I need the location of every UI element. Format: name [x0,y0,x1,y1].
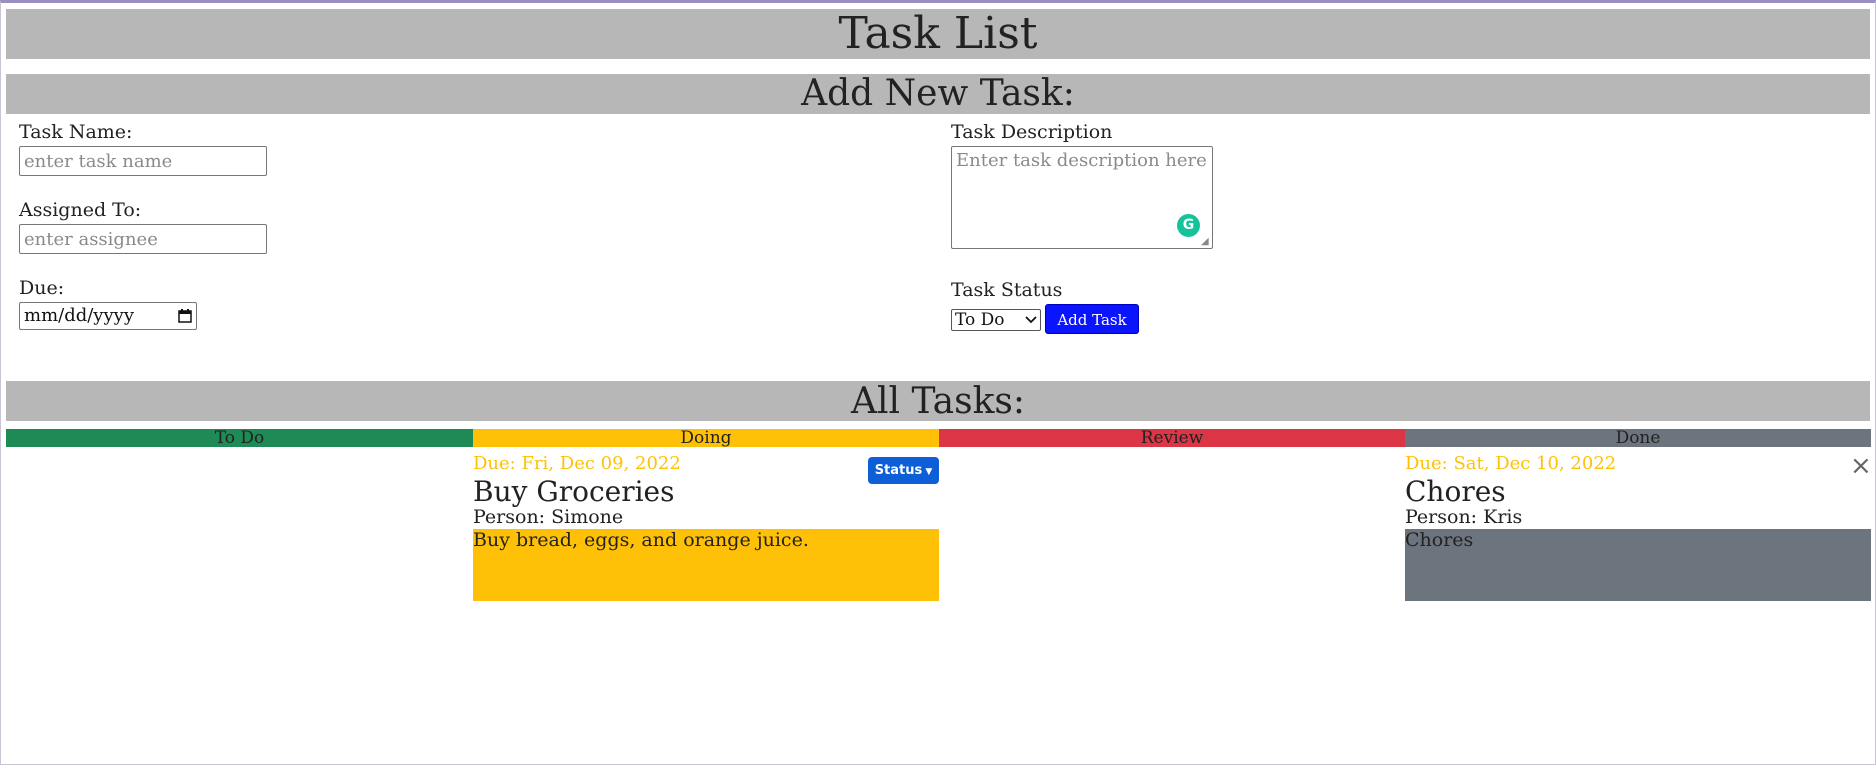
all-tasks-heading: All Tasks: [6,381,1870,421]
calendar-icon[interactable] [178,309,192,323]
status-dropdown-button[interactable]: Status ▼ [868,457,939,484]
column-header-doing: Doing [473,429,939,447]
chevron-down-icon [1025,316,1037,324]
status-dropdown-label: Status [874,463,923,478]
task-status-select[interactable]: To Do [951,309,1041,331]
task-description: Chores [1405,529,1871,601]
column-header-done: Done [1405,429,1871,447]
task-name-input[interactable] [19,146,267,176]
task-person: Person: Simone [473,506,624,528]
due-date-value: mm/dd/yyyy [24,305,134,326]
task-name-label: Task Name: [19,121,133,143]
task-due-date: Due: Fri, Dec 09, 2022 [473,453,681,474]
task-person: Person: Kris [1405,506,1523,528]
task-description: Buy bread, eggs, and orange juice. [473,529,939,601]
add-task-heading: Add New Task: [6,74,1870,114]
task-title: Buy Groceries [473,475,675,508]
close-icon[interactable]: × [1850,451,1872,481]
resize-handle-icon[interactable]: ◢ [1201,237,1209,247]
caret-down-icon: ▼ [922,467,933,477]
task-status-label: Task Status [951,279,1063,301]
grammarly-icon[interactable]: G [1177,214,1200,237]
task-description-label: Task Description [951,121,1113,143]
task-due-date: Due: Sat, Dec 10, 2022 [1405,453,1617,474]
task-description-textarea[interactable] [951,146,1213,249]
task-title: Chores [1405,475,1506,508]
task-card-chores: Due: Sat, Dec 10, 2022 Chores Person: Kr… [1405,451,1872,601]
column-header-review: Review [939,429,1405,447]
task-card-buy-groceries: Due: Fri, Dec 09, 2022 Buy Groceries Per… [473,453,939,601]
due-date-input[interactable]: mm/dd/yyyy [19,302,197,330]
assigned-to-label: Assigned To: [19,199,142,221]
assignee-input[interactable] [19,224,267,254]
task-status-selected: To Do [955,310,1005,330]
page-title: Task List [6,9,1870,59]
due-label: Due: [19,277,65,299]
column-header-todo: To Do [6,429,473,447]
add-task-button[interactable]: Add Task [1045,304,1139,334]
